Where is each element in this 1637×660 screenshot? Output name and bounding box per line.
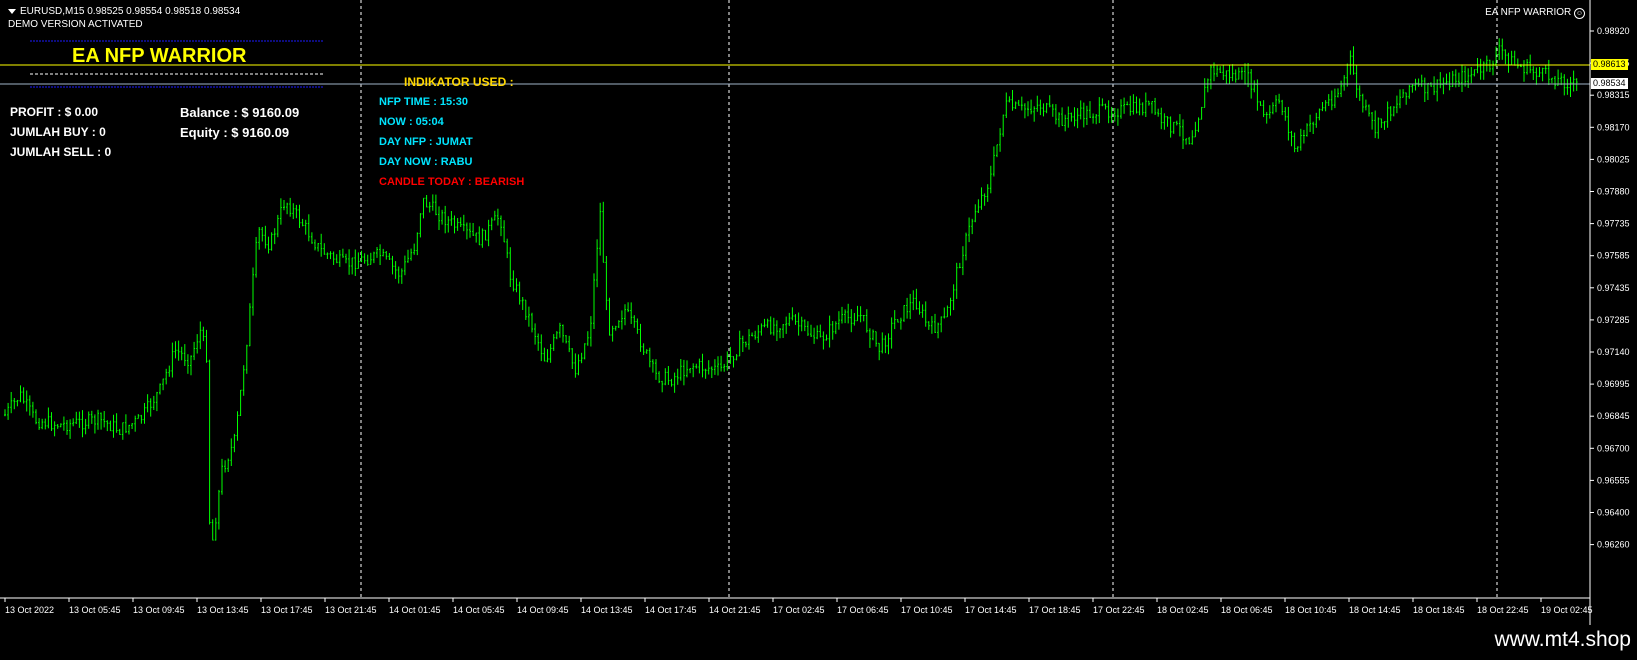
price-tick-label: 0.98315 <box>1597 90 1630 100</box>
time-tick-label: 13 Oct 09:45 <box>133 605 185 615</box>
price-tick-label: 0.98170 <box>1597 122 1630 132</box>
indicator-heading: INDIKATOR USED : <box>404 75 514 89</box>
time-tick-label: 14 Oct 17:45 <box>645 605 697 615</box>
price-tick-label: 0.96700 <box>1597 443 1630 453</box>
time-tick-label: 18 Oct 06:45 <box>1221 605 1273 615</box>
time-tick-label: 17 Oct 06:45 <box>837 605 889 615</box>
time-tick-label: 14 Oct 21:45 <box>709 605 761 615</box>
equity-label: Equity : $ 9160.09 <box>180 125 290 140</box>
price-tick-label: 0.96400 <box>1597 508 1630 518</box>
time-tick-label: 14 Oct 01:45 <box>389 605 441 615</box>
watermark: www.mt4.shop <box>1494 628 1631 651</box>
price-tick-label: 0.97735 <box>1597 219 1630 229</box>
nfp-time-label: NFP TIME : 15:30 <box>379 96 469 108</box>
balance-label: Balance : $ 9160.09 <box>180 105 300 120</box>
day-nfp-label: DAY NFP : JUMAT <box>379 136 473 148</box>
day-separators <box>360 0 1498 598</box>
price-tick-label: 0.97585 <box>1597 251 1630 261</box>
time-tick-label: 13 Oct 05:45 <box>69 605 121 615</box>
smiley-icon: ☺ <box>1574 8 1585 19</box>
time-tick-label: 18 Oct 22:45 <box>1477 605 1529 615</box>
day-now-label: DAY NOW : RABU <box>379 156 473 168</box>
price-tick-label: 0.97140 <box>1597 347 1630 357</box>
ask-price-tag: 0.98613 <box>1591 59 1628 70</box>
bid-price-tag: 0.98534 <box>1591 78 1628 89</box>
price-tick-label: 0.96845 <box>1597 411 1630 421</box>
ea-title: EA NFP WARRIOR <box>72 45 247 67</box>
price-tick-label: 0.97435 <box>1597 283 1630 293</box>
profit-label: PROFIT : $ 0.00 <box>10 105 99 119</box>
symbol-info[interactable]: EURUSD,M15 0.98525 0.98554 0.98518 0.985… <box>8 6 240 17</box>
time-tick-label: 17 Oct 10:45 <box>901 605 953 615</box>
price-tick-label: 0.97880 <box>1597 187 1630 197</box>
jumlah-sell-label: JUMLAH SELL : 0 <box>10 145 112 159</box>
price-tick-label: 0.96555 <box>1597 475 1630 485</box>
time-tick-label: 14 Oct 13:45 <box>581 605 633 615</box>
time-tick-label: 17 Oct 14:45 <box>965 605 1017 615</box>
ea-label-text: EA NFP WARRIOR <box>1485 7 1572 18</box>
symbol-info-text: EURUSD,M15 0.98525 0.98554 0.98518 0.985… <box>20 6 241 17</box>
time-tick-label: 14 Oct 09:45 <box>517 605 569 615</box>
time-tick-label: 18 Oct 10:45 <box>1285 605 1337 615</box>
footer-bar <box>0 625 1637 660</box>
demo-status: DEMO VERSION ACTIVATED <box>8 19 143 30</box>
price-tick-label: 0.98025 <box>1597 154 1630 164</box>
expert-advisor-label[interactable]: EA NFP WARRIOR ☺ <box>1485 7 1585 19</box>
time-tick-label: 17 Oct 02:45 <box>773 605 825 615</box>
time-tick-label: 13 Oct 13:45 <box>197 605 249 615</box>
chart-area[interactable]: 0.989200.984650.983150.981700.980250.978… <box>0 0 1637 625</box>
collapse-triangle-icon[interactable] <box>8 8 16 14</box>
now-label: NOW : 05:04 <box>379 116 444 128</box>
time-tick-label: 13 Oct 2022 <box>5 605 54 615</box>
time-tick-label: 13 Oct 17:45 <box>261 605 313 615</box>
time-axis: 13 Oct 2022 13 Oct 05:45 13 Oct 09:45 13 Oc… <box>4 598 1593 615</box>
price-tick-label: 0.96995 <box>1597 379 1630 389</box>
jumlah-buy-label: JUMLAH BUY : 0 <box>10 125 106 139</box>
time-tick-label: 17 Oct 18:45 <box>1029 605 1081 615</box>
time-tick-label: 18 Oct 18:45 <box>1413 605 1465 615</box>
price-tick-label: 0.97285 <box>1597 315 1630 325</box>
time-tick-label: 18 Oct 14:45 <box>1349 605 1401 615</box>
price-axis: 0.989200.984650.983150.981700.980250.978… <box>1590 26 1630 550</box>
price-chart[interactable]: 0.989200.984650.983150.981700.980250.978… <box>0 0 1637 625</box>
price-tick-label: 0.98920 <box>1597 26 1630 36</box>
time-tick-label: 14 Oct 05:45 <box>453 605 505 615</box>
time-tick-label: 13 Oct 21:45 <box>325 605 377 615</box>
candle-today-label: CANDLE TODAY : BEARISH <box>379 176 525 188</box>
time-tick-label: 18 Oct 02:45 <box>1157 605 1209 615</box>
time-tick-label: 19 Oct 02:45 <box>1541 605 1593 615</box>
price-tick-label: 0.96260 <box>1597 540 1630 550</box>
time-tick-label: 17 Oct 22:45 <box>1093 605 1145 615</box>
